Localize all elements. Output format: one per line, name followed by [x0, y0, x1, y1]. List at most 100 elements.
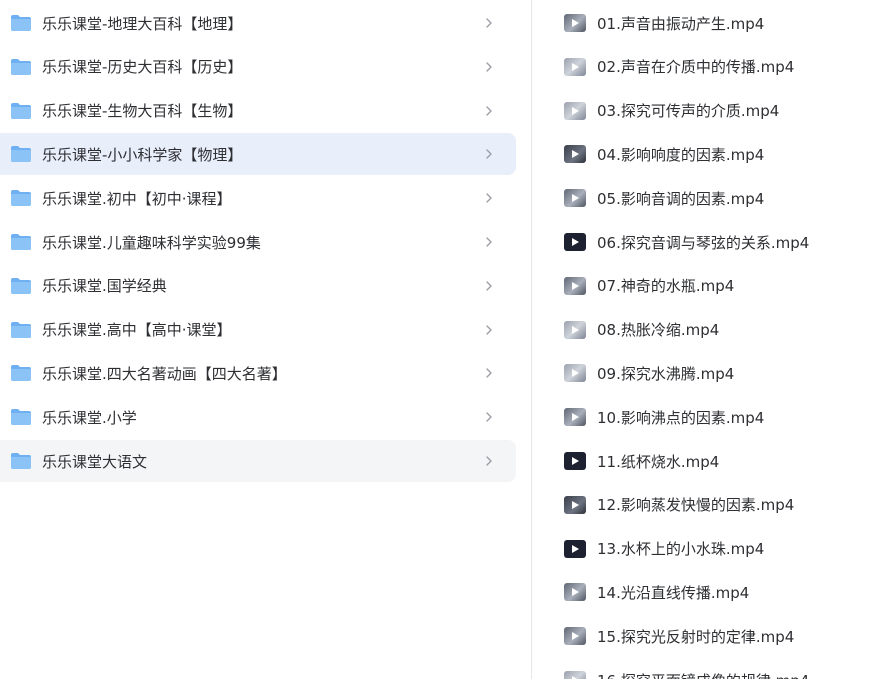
- file-name: 13.水杯上的小水珠.mp4: [597, 540, 765, 559]
- folder-name: 乐乐课堂-小小科学家【物理】: [42, 145, 243, 164]
- video-file-icon: [564, 364, 586, 383]
- chevron-right-icon: [484, 146, 494, 162]
- folder-row-4[interactable]: 乐乐课堂-小小科学家【物理】: [0, 133, 516, 176]
- folder-name: 乐乐课堂.国学经典: [42, 277, 167, 296]
- play-icon: [572, 106, 579, 115]
- play-icon: [572, 369, 579, 378]
- folder-icon: [10, 58, 32, 76]
- file-row-2[interactable]: 02.声音在介质中的传播.mp4: [532, 49, 884, 85]
- video-file-icon: [564, 452, 586, 470]
- file-name: 09.探究水沸腾.mp4: [597, 364, 735, 383]
- file-name: 02.声音在介质中的传播.mp4: [597, 58, 795, 77]
- video-file-icon: [564, 145, 586, 164]
- file-name: 12.影响蒸发快慢的因素.mp4: [597, 496, 795, 515]
- chevron-right-icon: [484, 103, 494, 119]
- play-icon: [572, 457, 579, 465]
- file-row-13[interactable]: 13.水杯上的小水珠.mp4: [532, 531, 884, 567]
- video-file-icon: [564, 57, 586, 76]
- folder-icon: [10, 321, 32, 339]
- file-row-10[interactable]: 10.影响沸点的因素.mp4: [532, 399, 884, 435]
- folder-icon: [10, 102, 32, 120]
- file-name: 11.纸杯烧水.mp4: [597, 452, 720, 471]
- file-row-12[interactable]: 12.影响蒸发快慢的因素.mp4: [532, 487, 884, 523]
- file-name: 15.探究光反射时的定律.mp4: [597, 627, 795, 646]
- folder-name: 乐乐课堂-生物大百科【生物】: [42, 102, 243, 121]
- folder-row-5[interactable]: 乐乐课堂.初中【初中·课程】: [0, 177, 516, 219]
- folder-row-6[interactable]: 乐乐课堂.儿童趣味科学实验99集: [0, 221, 516, 263]
- file-row-15[interactable]: 15.探究光反射时的定律.mp4: [532, 618, 884, 654]
- file-row-3[interactable]: 03.探究可传声的介质.mp4: [532, 93, 884, 129]
- folder-row-8[interactable]: 乐乐课堂.高中【高中·课堂】: [0, 309, 516, 351]
- file-name: 06.探究音调与琴弦的关系.mp4: [597, 233, 810, 252]
- video-file-icon: [564, 583, 586, 602]
- folder-name: 乐乐课堂大语文: [42, 452, 148, 471]
- video-file-icon: [564, 233, 586, 251]
- file-name: 10.影响沸点的因素.mp4: [597, 408, 765, 427]
- folder-icon: [10, 233, 32, 251]
- chevron-right-icon: [484, 190, 494, 206]
- chevron-right-icon: [484, 453, 494, 469]
- folder-row-7[interactable]: 乐乐课堂.国学经典: [0, 265, 516, 307]
- video-file-icon: [564, 671, 586, 679]
- folder-icon: [10, 364, 32, 382]
- folder-icon: [10, 277, 32, 295]
- play-icon: [572, 325, 579, 334]
- chevron-right-icon: [484, 365, 494, 381]
- chevron-right-icon: [484, 409, 494, 425]
- folder-name: 乐乐课堂.小学: [42, 408, 137, 427]
- file-name: 05.影响音调的因素.mp4: [597, 189, 765, 208]
- folder-name: 乐乐课堂.四大名著动画【四大名著】: [42, 364, 287, 383]
- play-icon: [572, 500, 579, 509]
- play-icon: [572, 194, 579, 203]
- folder-row-2[interactable]: 乐乐课堂-历史大百科【历史】: [0, 46, 516, 88]
- file-row-11[interactable]: 11.纸杯烧水.mp4: [532, 443, 884, 479]
- play-icon: [572, 544, 579, 553]
- file-row-6[interactable]: 06.探究音调与琴弦的关系.mp4: [532, 224, 884, 260]
- chevron-right-icon: [484, 234, 494, 250]
- file-row-1[interactable]: 01.声音由振动产生.mp4: [532, 5, 884, 41]
- folder-icon: [10, 145, 32, 163]
- folder-name: 乐乐课堂-历史大百科【历史】: [42, 58, 243, 77]
- folder-icon: [10, 189, 32, 207]
- chevron-right-icon: [484, 15, 494, 31]
- chevron-right-icon: [484, 278, 494, 294]
- video-file-icon: [564, 189, 586, 208]
- video-file-icon: [564, 539, 586, 558]
- file-row-5[interactable]: 05.影响音调的因素.mp4: [532, 180, 884, 216]
- folder-name: 乐乐课堂.初中【初中·课程】: [42, 189, 232, 208]
- folder-icon: [10, 14, 32, 32]
- folder-row-1[interactable]: 乐乐课堂-地理大百科【地理】: [0, 2, 516, 44]
- file-list: 01.声音由振动产生.mp4 02.声音在介质中的传播.mp4 03.探究可传声…: [532, 0, 884, 679]
- file-row-8[interactable]: 08.热胀冷缩.mp4: [532, 312, 884, 348]
- file-name: 08.热胀冷缩.mp4: [597, 321, 720, 340]
- video-file-icon: [564, 320, 586, 339]
- file-row-16[interactable]: 16.探究平面镜成像的规律.mp4: [532, 662, 884, 679]
- folder-list: 乐乐课堂-地理大百科【地理】 乐乐课堂-历史大百科【历史】 乐乐课堂-生物大百科…: [0, 0, 531, 679]
- file-row-4[interactable]: 04.影响响度的因素.mp4: [532, 136, 884, 172]
- video-file-icon: [564, 276, 586, 295]
- play-icon: [572, 238, 579, 246]
- folder-row-9[interactable]: 乐乐课堂.四大名著动画【四大名著】: [0, 352, 516, 394]
- video-file-icon: [564, 408, 586, 427]
- folder-name: 乐乐课堂.儿童趣味科学实验99集: [42, 233, 261, 252]
- video-file-icon: [564, 495, 586, 514]
- video-file-icon: [564, 627, 586, 646]
- file-row-14[interactable]: 14.光沿直线传播.mp4: [532, 574, 884, 610]
- folder-row-3[interactable]: 乐乐课堂-生物大百科【生物】: [0, 90, 516, 132]
- play-icon: [572, 413, 579, 422]
- play-icon: [572, 588, 579, 597]
- folder-icon: [10, 452, 32, 470]
- file-row-9[interactable]: 09.探究水沸腾.mp4: [532, 355, 884, 391]
- file-row-7[interactable]: 07.神奇的水瓶.mp4: [532, 268, 884, 304]
- folder-row-10[interactable]: 乐乐课堂.小学: [0, 396, 516, 438]
- folder-row-11[interactable]: 乐乐课堂大语文: [0, 440, 516, 482]
- file-name: 14.光沿直线传播.mp4: [597, 583, 750, 602]
- file-name: 03.探究可传声的介质.mp4: [597, 102, 780, 121]
- video-file-icon: [564, 101, 586, 120]
- folder-name: 乐乐课堂.高中【高中·课堂】: [42, 321, 232, 340]
- file-name: 04.影响响度的因素.mp4: [597, 145, 765, 164]
- file-name: 16.探究平面镜成像的规律.mp4: [597, 670, 809, 679]
- video-file-icon: [564, 14, 586, 32]
- folder-icon: [10, 408, 32, 426]
- file-name: 01.声音由振动产生.mp4: [597, 14, 765, 33]
